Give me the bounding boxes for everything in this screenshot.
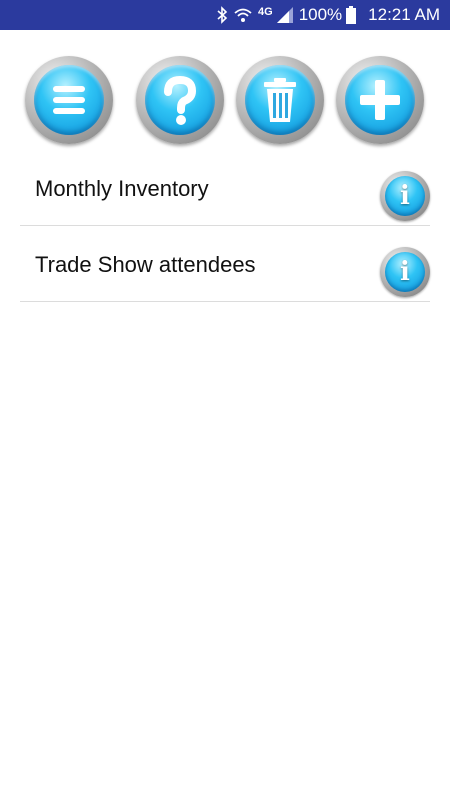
info-button[interactable]: i bbox=[380, 171, 430, 221]
wifi-icon bbox=[234, 7, 252, 23]
info-icon: i bbox=[400, 181, 410, 211]
add-button[interactable] bbox=[336, 56, 424, 144]
status-bar: 4G 100% 12:21 AM bbox=[0, 0, 450, 30]
info-button[interactable]: i bbox=[380, 247, 430, 297]
list-item[interactable]: Trade Show attendees i bbox=[20, 226, 430, 302]
list-item-label: Monthly Inventory bbox=[35, 176, 209, 201]
battery-percent: 100% bbox=[298, 5, 343, 24]
toolbar bbox=[0, 56, 450, 146]
clock: 12:21 AM bbox=[368, 5, 440, 24]
list: Monthly Inventory i Trade Show attendees… bbox=[20, 150, 430, 302]
menu-button[interactable] bbox=[25, 56, 113, 144]
add-icon bbox=[360, 80, 400, 120]
network-type-label: 4G bbox=[258, 6, 273, 18]
list-item-label: Trade Show attendees bbox=[35, 252, 256, 277]
help-icon bbox=[164, 75, 197, 125]
trash-icon bbox=[264, 78, 296, 122]
help-button[interactable] bbox=[136, 56, 224, 144]
battery-icon bbox=[346, 6, 357, 24]
menu-icon bbox=[53, 86, 85, 114]
delete-button[interactable] bbox=[236, 56, 324, 144]
list-item[interactable]: Monthly Inventory i bbox=[20, 150, 430, 226]
bluetooth-icon bbox=[216, 6, 228, 24]
info-icon: i bbox=[400, 257, 410, 287]
signal-icon bbox=[276, 7, 293, 23]
